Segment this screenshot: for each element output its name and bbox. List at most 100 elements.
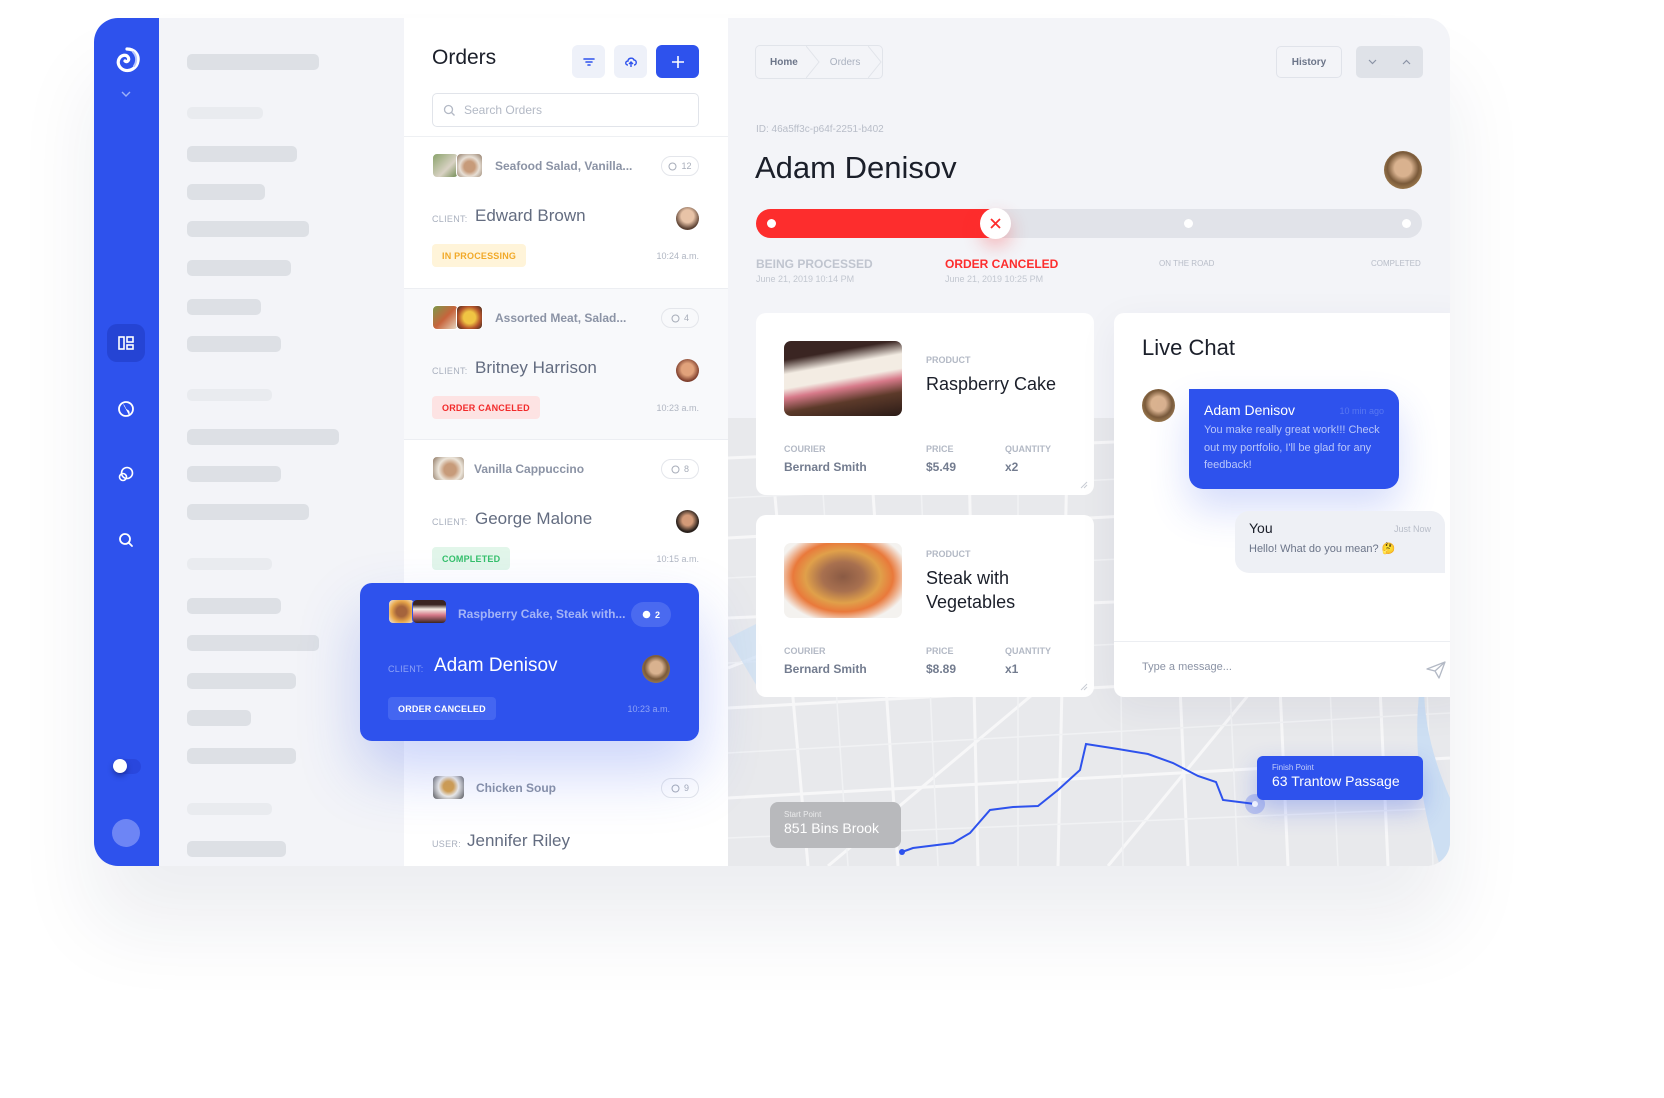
comment-count-value: 4	[683, 313, 689, 323]
stage-completed: COMPLETED	[1371, 257, 1421, 268]
comment-count[interactable]: 2	[631, 602, 671, 627]
upload-button[interactable]	[614, 45, 647, 78]
comment-icon	[668, 162, 677, 170]
stage-dot	[1184, 219, 1193, 228]
client-avatar	[676, 510, 699, 533]
send-icon[interactable]	[1426, 661, 1446, 679]
price-field: PRICE $8.89	[926, 646, 956, 676]
order-list-item-active[interactable]: Raspberry Cake, Steak with... 2 CLIENT: …	[360, 583, 699, 741]
skeleton-line	[187, 54, 319, 70]
product-card[interactable]: PRODUCT Steak with Vegetables COURIER Be…	[756, 515, 1094, 697]
product-card[interactable]: PRODUCT Raspberry Cake COURIER Bernard S…	[756, 313, 1094, 495]
courier-label: COURIER	[784, 444, 826, 454]
client-name: Jennifer Riley	[467, 831, 570, 850]
message-input[interactable]	[1142, 661, 1422, 673]
order-thumbnails	[432, 456, 465, 481]
food-thumbnail	[412, 599, 447, 624]
comment-count-value: 2	[654, 609, 660, 620]
order-detail: Start Point 851 Bins Brook Finish Point …	[728, 18, 1450, 866]
resize-handle-icon[interactable]	[1080, 683, 1088, 691]
message-time: 10 min ago	[1339, 406, 1384, 416]
order-time: 10:24 a.m.	[656, 251, 699, 261]
message-text: Hello! What do you mean? 🤔	[1249, 543, 1396, 555]
globe-icon	[118, 401, 134, 417]
user-avatar[interactable]	[112, 819, 140, 847]
quantity-field: QUANTITY x2	[1005, 444, 1051, 474]
chevron-down-icon[interactable]	[120, 90, 132, 98]
icon-rail	[94, 18, 159, 866]
message-time: Just Now	[1393, 524, 1431, 534]
client-avatar	[676, 359, 699, 382]
client-name: George Malone	[475, 509, 593, 528]
status-badge: ORDER CANCELED	[432, 396, 540, 419]
stage-label: COMPLETED	[1371, 259, 1421, 268]
logo-icon[interactable]	[113, 46, 141, 74]
comment-icon	[642, 610, 651, 619]
product-name: Steak with Vegetables	[926, 568, 1016, 612]
progress-fill	[756, 209, 996, 238]
order-items: Seafood Salad, Vanilla...	[495, 159, 633, 173]
add-order-button[interactable]	[656, 45, 699, 78]
food-thumbnail	[432, 305, 459, 330]
price-label: PRICE	[926, 646, 954, 656]
comment-count-value: 8	[683, 464, 689, 474]
skeleton-line	[187, 710, 251, 726]
stage-order-canceled: ORDER CANCELED June 21, 2019 10:25 PM	[945, 257, 1058, 284]
comment-count-value: 9	[683, 783, 689, 793]
order-time: 10:15 a.m.	[656, 554, 699, 564]
rail-dashboard-button[interactable]	[107, 324, 145, 362]
skeleton-line	[187, 558, 272, 570]
stage-label: ON THE ROAD	[1159, 259, 1215, 268]
breadcrumb-home[interactable]: Home	[756, 46, 820, 78]
order-list-item[interactable]: Vanilla Cappuccino 8 CLIENT: George Malo…	[404, 440, 728, 592]
prev-order-button[interactable]	[1390, 46, 1424, 78]
history-button[interactable]: History	[1276, 46, 1342, 78]
skeleton-line	[187, 748, 296, 764]
cloud-upload-icon	[624, 57, 637, 67]
product-image	[784, 341, 902, 416]
finish-point-label[interactable]: Finish Point 63 Trantow Passage	[1257, 756, 1423, 800]
next-order-button[interactable]	[1356, 46, 1390, 78]
search-orders-field[interactable]	[432, 93, 699, 127]
search-icon	[119, 533, 133, 547]
chat-icon	[118, 466, 134, 482]
quantity-value: x1	[1005, 662, 1019, 676]
order-items: Chicken Soup	[476, 781, 557, 795]
resize-handle-icon[interactable]	[1080, 481, 1088, 489]
skeleton-line	[187, 107, 263, 119]
price-label: PRICE	[926, 444, 954, 454]
rail-globe-button[interactable]	[107, 390, 145, 428]
theme-toggle[interactable]	[113, 759, 141, 774]
quantity-label: QUANTITY	[1005, 646, 1051, 656]
product-label: PRODUCT	[926, 355, 971, 365]
comment-count[interactable]: 4	[661, 308, 699, 328]
route-start-dot	[899, 849, 905, 855]
sender-avatar	[1142, 389, 1175, 422]
breadcrumb-separator	[868, 46, 882, 78]
rail-search-button[interactable]	[107, 521, 145, 559]
comment-count[interactable]: 9	[661, 778, 699, 798]
filter-button[interactable]	[572, 45, 605, 78]
comment-count[interactable]: 12	[661, 156, 699, 176]
order-thumbnails	[432, 305, 483, 330]
order-list-item[interactable]: Assorted Meat, Salad... 4 CLIENT: Britne…	[404, 288, 728, 440]
food-thumbnail	[432, 775, 465, 800]
order-list-item[interactable]: Seafood Salad, Vanilla... 12 CLIENT: Edw…	[404, 137, 728, 289]
client-avatar[interactable]	[1384, 151, 1422, 189]
stage-dot	[1402, 219, 1411, 228]
food-thumbnail	[456, 305, 483, 330]
divider	[1114, 641, 1450, 642]
food-thumbnail	[432, 456, 465, 481]
breadcrumb-orders[interactable]: Orders	[820, 46, 883, 78]
rail-chat-button[interactable]	[107, 455, 145, 493]
comment-count[interactable]: 8	[661, 459, 699, 479]
price-field: PRICE $5.49	[926, 444, 956, 474]
search-orders-input[interactable]	[464, 103, 684, 117]
client-name: Edward Brown	[475, 206, 586, 225]
skeleton-line	[187, 336, 281, 352]
chevron-down-icon	[1368, 59, 1377, 65]
food-thumbnail	[456, 153, 483, 178]
order-time: 10:23 a.m.	[656, 403, 699, 413]
order-list-item[interactable]: Chicken Soup 9 USER: Jennifer Riley	[404, 759, 728, 866]
finish-address: 63 Trantow Passage	[1272, 773, 1400, 789]
